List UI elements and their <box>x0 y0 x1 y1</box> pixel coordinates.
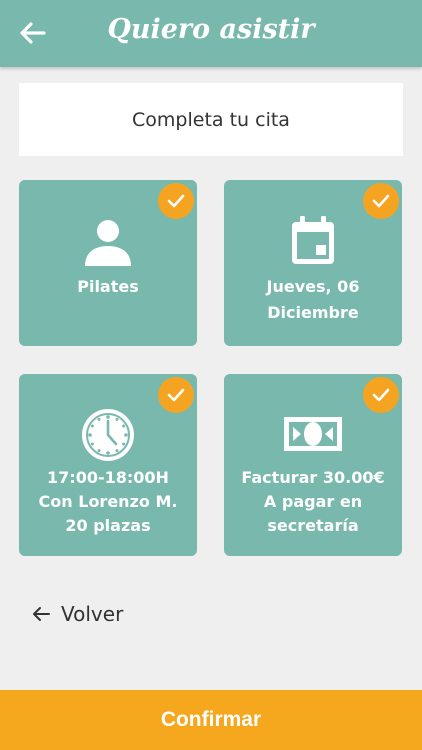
top-bar: Quiero asistir <box>0 0 422 67</box>
page-title: Quiero asistir <box>107 14 315 45</box>
arrow-left-icon <box>33 607 50 621</box>
check-icon <box>158 183 194 219</box>
card-line: A pagar en <box>263 492 363 511</box>
check-icon <box>363 377 399 413</box>
card-line: Diciembre <box>267 303 359 322</box>
calendar-icon <box>287 214 339 276</box>
card-date[interactable]: Jueves, 06 Diciembre <box>224 180 402 346</box>
card-time[interactable]: 17:00-18:00H Con Lorenzo M. 20 plazas <box>19 374 197 556</box>
intro-box: Completa tu cita <box>19 83 403 156</box>
cash-icon <box>283 414 343 462</box>
check-icon <box>363 183 399 219</box>
intro-text: Completa tu cita <box>132 108 290 131</box>
check-icon <box>158 377 194 413</box>
card-line: Facturar 30.00€ <box>241 468 385 487</box>
card-class[interactable]: Pilates <box>19 180 197 346</box>
card-payment[interactable]: Facturar 30.00€ A pagar en secretaría <box>224 374 402 556</box>
card-line: Jueves, 06 <box>266 277 360 296</box>
card-line: 17:00-18:00H <box>47 468 169 487</box>
card-line: secretaría <box>267 516 359 535</box>
card-line: 20 plazas <box>65 516 151 535</box>
person-icon <box>82 216 134 276</box>
back-link[interactable]: Volver <box>31 602 123 626</box>
card-line: Con Lorenzo M. <box>38 492 178 511</box>
back-link-label: Volver <box>61 602 124 626</box>
card-line: Pilates <box>77 277 139 296</box>
clock-icon <box>81 408 135 470</box>
confirm-button[interactable]: Confirmar <box>0 690 422 750</box>
